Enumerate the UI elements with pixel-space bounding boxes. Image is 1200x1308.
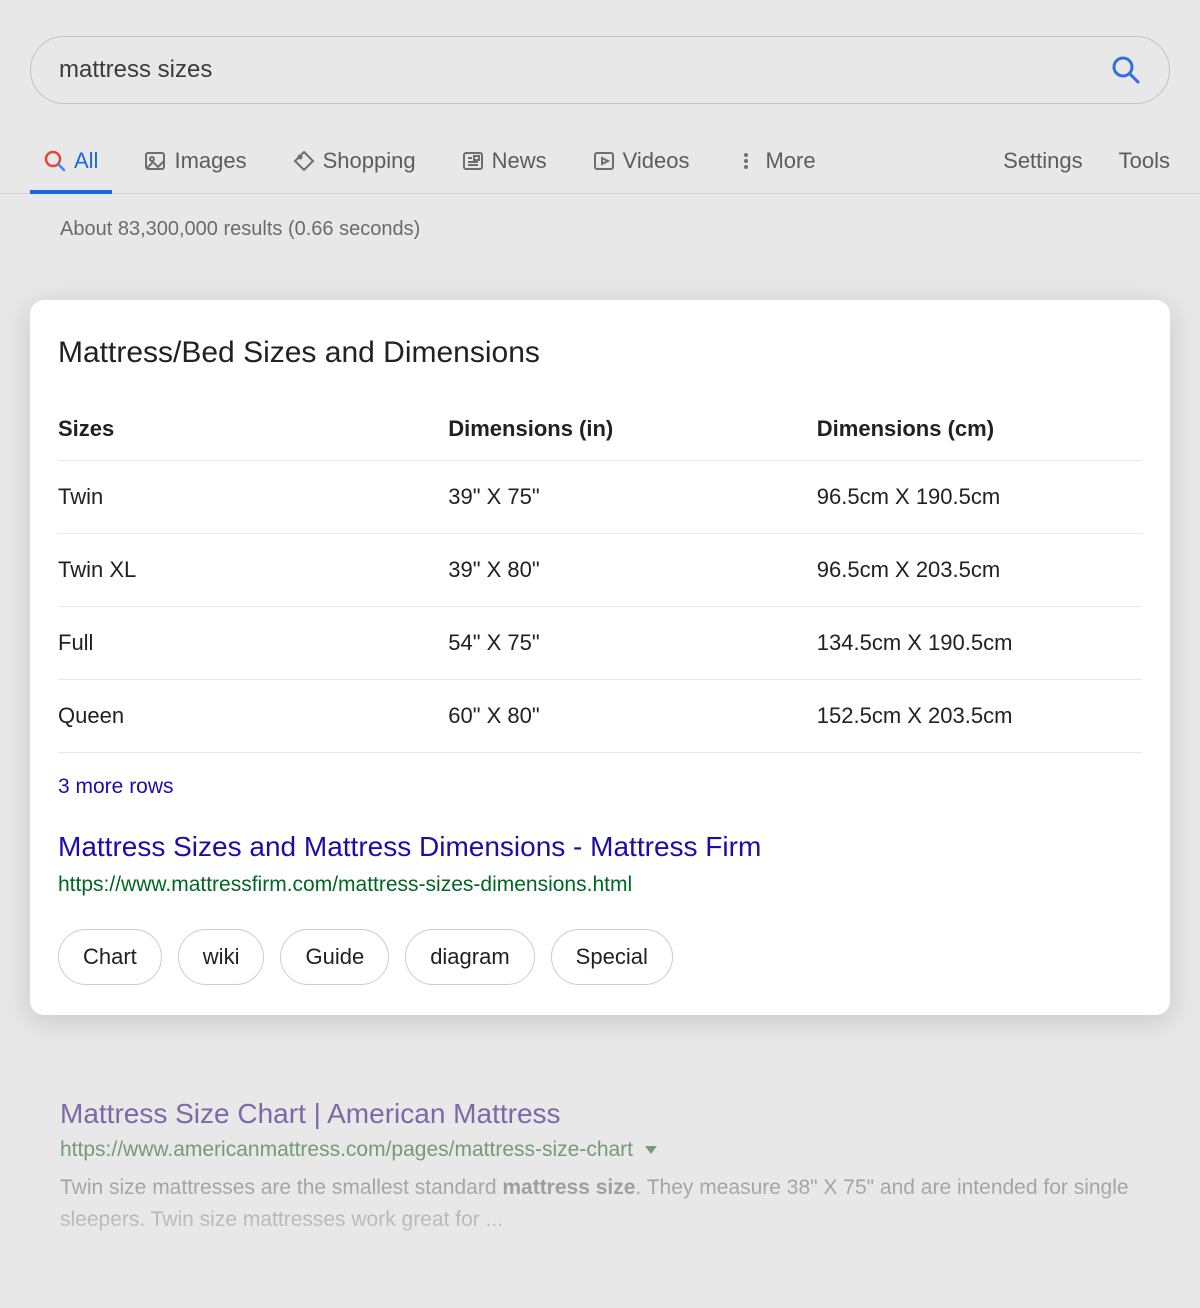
- cell: Twin XL: [58, 534, 448, 607]
- search-small-icon: [44, 150, 66, 172]
- result-snippet: Twin size mattresses are the smallest st…: [60, 1172, 1140, 1235]
- cell: Full: [58, 607, 448, 680]
- table-header-row: Sizes Dimensions (in) Dimensions (cm): [58, 398, 1142, 461]
- tab-shopping[interactable]: Shopping: [279, 128, 430, 193]
- tab-label: Images: [174, 148, 246, 174]
- result-title-link[interactable]: Mattress Size Chart | American Mattress: [60, 1098, 561, 1129]
- more-dots-icon: [735, 150, 757, 172]
- desc-part: Twin size mattresses are the smallest st…: [60, 1176, 502, 1199]
- col-header: Dimensions (in): [448, 398, 817, 461]
- desc-bold: mattress size: [502, 1176, 635, 1199]
- cell: 39" X 75": [448, 461, 817, 534]
- tabs-row: All Images Shopping News Videos: [0, 128, 1200, 194]
- tab-label: All: [74, 148, 98, 174]
- chip[interactable]: Chart: [58, 929, 162, 985]
- table-row: Twin 39" X 75" 96.5cm X 190.5cm: [58, 461, 1142, 534]
- tag-icon: [293, 150, 315, 172]
- snippet-heading: Mattress/Bed Sizes and Dimensions: [58, 336, 1142, 370]
- cell: 60" X 80": [448, 680, 817, 753]
- cell: 152.5cm X 203.5cm: [817, 680, 1142, 753]
- dropdown-caret-icon[interactable]: [645, 1146, 657, 1154]
- tab-label: Shopping: [323, 148, 416, 174]
- more-rows-link[interactable]: 3 more rows: [58, 775, 174, 799]
- snippet-source-title[interactable]: Mattress Sizes and Mattress Dimensions -…: [58, 831, 1142, 863]
- tab-all[interactable]: All: [30, 128, 112, 193]
- snippet-source-url[interactable]: https://www.mattressfirm.com/mattress-si…: [58, 873, 1142, 897]
- chip[interactable]: diagram: [405, 929, 534, 985]
- tab-label: More: [765, 148, 815, 174]
- image-icon: [144, 150, 166, 172]
- tab-more[interactable]: More: [721, 128, 829, 193]
- cell: 54" X 75": [448, 607, 817, 680]
- chip[interactable]: Special: [551, 929, 673, 985]
- search-result: Mattress Size Chart | American Mattress …: [60, 1098, 1140, 1235]
- col-header: Dimensions (cm): [817, 398, 1142, 461]
- tab-news[interactable]: News: [448, 128, 561, 193]
- table-row: Full 54" X 75" 134.5cm X 190.5cm: [58, 607, 1142, 680]
- chip[interactable]: wiki: [178, 929, 265, 985]
- cell: 39" X 80": [448, 534, 817, 607]
- col-header: Sizes: [58, 398, 448, 461]
- related-chips-row: Chart wiki Guide diagram Special: [58, 929, 1142, 985]
- search-input[interactable]: [59, 56, 1111, 84]
- cell: 96.5cm X 190.5cm: [817, 461, 1142, 534]
- result-url[interactable]: https://www.americanmattress.com/pages/m…: [60, 1138, 1140, 1162]
- snippet-table: Sizes Dimensions (in) Dimensions (cm) Tw…: [58, 398, 1142, 753]
- result-url-text: https://www.americanmattress.com/pages/m…: [60, 1138, 633, 1161]
- result-stats: About 83,300,000 results (0.66 seconds): [0, 194, 1200, 241]
- table-row: Queen 60" X 80" 152.5cm X 203.5cm: [58, 680, 1142, 753]
- search-bar-wrap: [0, 0, 1200, 104]
- video-icon: [593, 150, 615, 172]
- cell: Twin: [58, 461, 448, 534]
- tools-link[interactable]: Tools: [1119, 148, 1170, 174]
- featured-snippet-card: Mattress/Bed Sizes and Dimensions Sizes …: [30, 300, 1170, 1015]
- cell: 96.5cm X 203.5cm: [817, 534, 1142, 607]
- tab-label: Videos: [623, 148, 690, 174]
- tab-videos[interactable]: Videos: [579, 128, 704, 193]
- search-box[interactable]: [30, 36, 1170, 104]
- settings-link[interactable]: Settings: [1003, 148, 1083, 174]
- search-icon[interactable]: [1111, 55, 1141, 85]
- table-row: Twin XL 39" X 80" 96.5cm X 203.5cm: [58, 534, 1142, 607]
- cell: 134.5cm X 190.5cm: [817, 607, 1142, 680]
- chip[interactable]: Guide: [280, 929, 389, 985]
- tab-images[interactable]: Images: [130, 128, 260, 193]
- tab-label: News: [492, 148, 547, 174]
- news-icon: [462, 150, 484, 172]
- cell: Queen: [58, 680, 448, 753]
